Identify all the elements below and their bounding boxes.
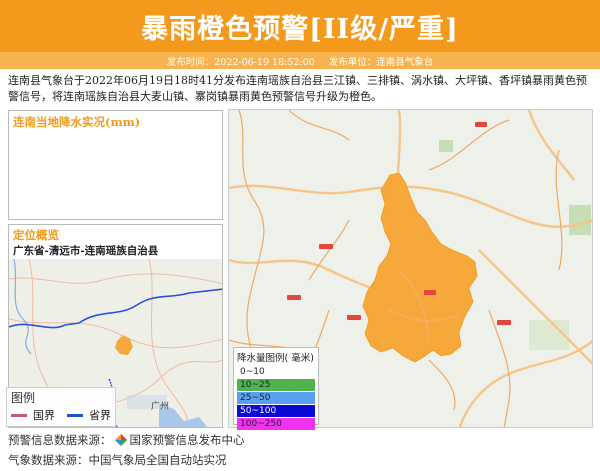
warning-source-line: 预警信息数据来源： 国家预警信息发布中心 [8, 432, 245, 448]
rainfall-legend-swatch: 50~100 [237, 405, 315, 417]
rainfall-legend-swatch: 10~25 [237, 379, 315, 391]
publish-unit: 发布单位：连南县气象台 [328, 56, 434, 68]
warning-header: 暴雨橙色预警[II级/严重] [0, 0, 600, 52]
rainfall-legend-item: 25~50 [237, 392, 315, 404]
national-border-swatch [11, 413, 27, 417]
warning-title: 暴雨橙色预警[II级/严重] [141, 13, 459, 45]
rainfall-legend-title: 降水量图例( 毫米) [237, 353, 314, 364]
rainfall-legend-swatch: 100~250 [237, 418, 315, 430]
rainfall-legend-item: 100~250 [237, 418, 315, 430]
boundary-legend: 图例 国界 省界 [6, 387, 116, 427]
rain-observation-panel: 连南当地降水实况(mm) [8, 110, 223, 220]
location-title: 定位概览 [13, 228, 59, 242]
national-border-label: 国界 [33, 409, 55, 422]
rainfall-legend-item: 50~100 [237, 405, 315, 417]
weather-source-line: 气象数据来源：中国气象局全国自动站实况 [8, 453, 227, 467]
warning-description: 连南县气象台于2022年06月19日18时41分发布连南瑶族自治县三江镇、三排镇… [8, 74, 587, 103]
rainfall-legend-swatch: 0~10 [237, 366, 315, 378]
diamond-logo-icon [114, 434, 127, 446]
city-label-guangzhou: 广州 [151, 400, 169, 412]
warning-source-label: 预警信息数据来源： [8, 433, 112, 447]
location-path: 广东省-清远市-连南瑶族自治县 [13, 245, 159, 257]
rain-panel-title: 连南当地降水实况(mm) [13, 115, 141, 129]
rainfall-legend-swatch: 25~50 [237, 392, 315, 404]
warning-source-name[interactable]: 国家预警信息发布中心 [130, 432, 245, 448]
rainfall-legend-item: 10~25 [237, 379, 315, 391]
publish-meta-bar: 发布时间：2022-06-19 18:52:00 发布单位：连南县气象台 [0, 52, 600, 69]
publish-time: 发布时间：2022-06-19 18:52:00 [166, 56, 315, 68]
boundary-legend-title: 图例 [11, 391, 36, 405]
rainfall-legend-item: 0~10 [237, 366, 315, 378]
rainfall-legend: 降水量图例( 毫米) 0~10 10~25 25~50 50~100 100~250 [233, 347, 319, 430]
province-border-label: 省界 [89, 409, 111, 422]
province-border-swatch [67, 413, 83, 417]
